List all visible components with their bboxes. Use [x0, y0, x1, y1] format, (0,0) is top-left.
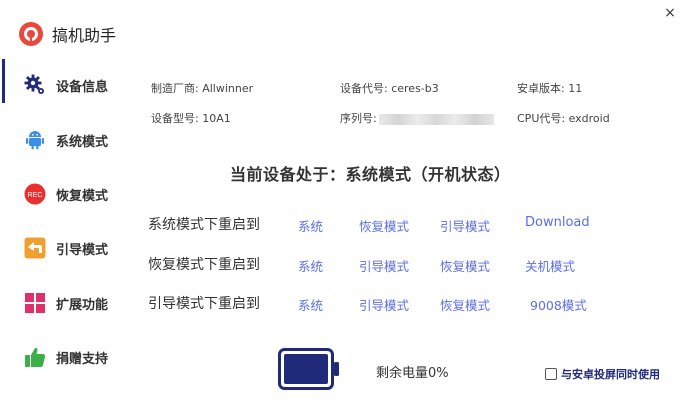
reboot-row-label-bootloader: 引导模式下重启到 [148, 296, 260, 312]
manufacturer-info: 制造厂商: Allwinner [151, 82, 254, 95]
reboot-bootloader-to-9008-link[interactable]: 9008模式 [530, 295, 587, 314]
sidebar-item-system-mode[interactable]: 系统模式 [0, 120, 130, 160]
rec-icon: REC [24, 183, 46, 205]
serial-label: 序列号: [340, 112, 377, 125]
reboot-recovery-to-bootloader-link[interactable]: 引导模式 [359, 256, 409, 275]
battery-icon [278, 348, 339, 390]
svg-text:REC: REC [28, 192, 43, 199]
cpu-info: CPU代号: exdroid [517, 112, 610, 125]
reboot-bootloader-to-recovery-link[interactable]: 恢复模式 [440, 295, 490, 314]
app-title: 搞机助手 [52, 26, 117, 45]
reboot-row-label-system: 系统模式下重启到 [148, 217, 260, 233]
sidebar-item-label: 恢复模式 [56, 189, 109, 204]
reboot-recovery-to-poweroff-link[interactable]: 关机模式 [525, 256, 575, 275]
reboot-row-label-recovery: 恢复模式下重启到 [148, 257, 260, 273]
reboot-system-to-system-link[interactable]: 系统 [298, 216, 323, 235]
thumbs-up-icon [25, 347, 46, 367]
screen-mirror-sync-checkbox[interactable] [545, 367, 557, 380]
reboot-recovery-to-recovery-link[interactable]: 恢复模式 [440, 256, 490, 275]
app-logo-icon [19, 22, 43, 46]
android-icon [26, 131, 44, 150]
sidebar-item-bootloader-mode[interactable]: 引导模式 [0, 228, 130, 268]
battery-level-text: 剩余电量0% [376, 366, 449, 381]
reboot-system-to-download-link[interactable]: Download [525, 215, 590, 230]
sidebar-item-label: 扩展功能 [56, 298, 109, 313]
back-arrow-icon [24, 237, 46, 259]
reboot-recovery-to-system-link[interactable]: 系统 [298, 256, 323, 275]
sidebar-item-label: 引导模式 [56, 243, 109, 258]
grid-icon [25, 293, 45, 313]
reboot-system-to-bootloader-link[interactable]: 引导模式 [440, 216, 490, 235]
sidebar-item-label: 捐赠支持 [56, 352, 109, 367]
sidebar-item-label: 系统模式 [56, 135, 109, 150]
device-status-text: 当前设备处于：系统模式（开机状态） [230, 165, 511, 184]
codename-info: 设备代号: ceres-b3 [340, 82, 439, 95]
serial-redacted [378, 113, 494, 125]
model-info: 设备型号: 10A1 [151, 112, 231, 125]
gear-icon [24, 74, 44, 94]
sidebar-item-label: 设备信息 [56, 80, 109, 95]
reboot-bootloader-to-bootloader-link[interactable]: 引导模式 [359, 295, 409, 314]
reboot-bootloader-to-system-link[interactable]: 系统 [298, 295, 323, 314]
sidebar-item-donate[interactable]: 捐赠支持 [0, 337, 130, 377]
sidebar-item-device-info[interactable]: 设备信息 [0, 59, 130, 105]
screen-mirror-sync-option[interactable]: 与安卓投屏同时使用 [545, 363, 660, 382]
sidebar-item-recovery-mode[interactable]: REC 恢复模式 [0, 174, 130, 214]
sidebar-item-extensions[interactable]: 扩展功能 [0, 283, 130, 323]
screen-mirror-sync-label: 与安卓投屏同时使用 [561, 367, 660, 381]
window-close-button[interactable]: × [655, 2, 685, 24]
reboot-system-to-recovery-link[interactable]: 恢复模式 [359, 216, 409, 235]
android-version-info: 安卓版本: 11 [517, 82, 583, 95]
serial-info: 序列号: [340, 110, 494, 126]
